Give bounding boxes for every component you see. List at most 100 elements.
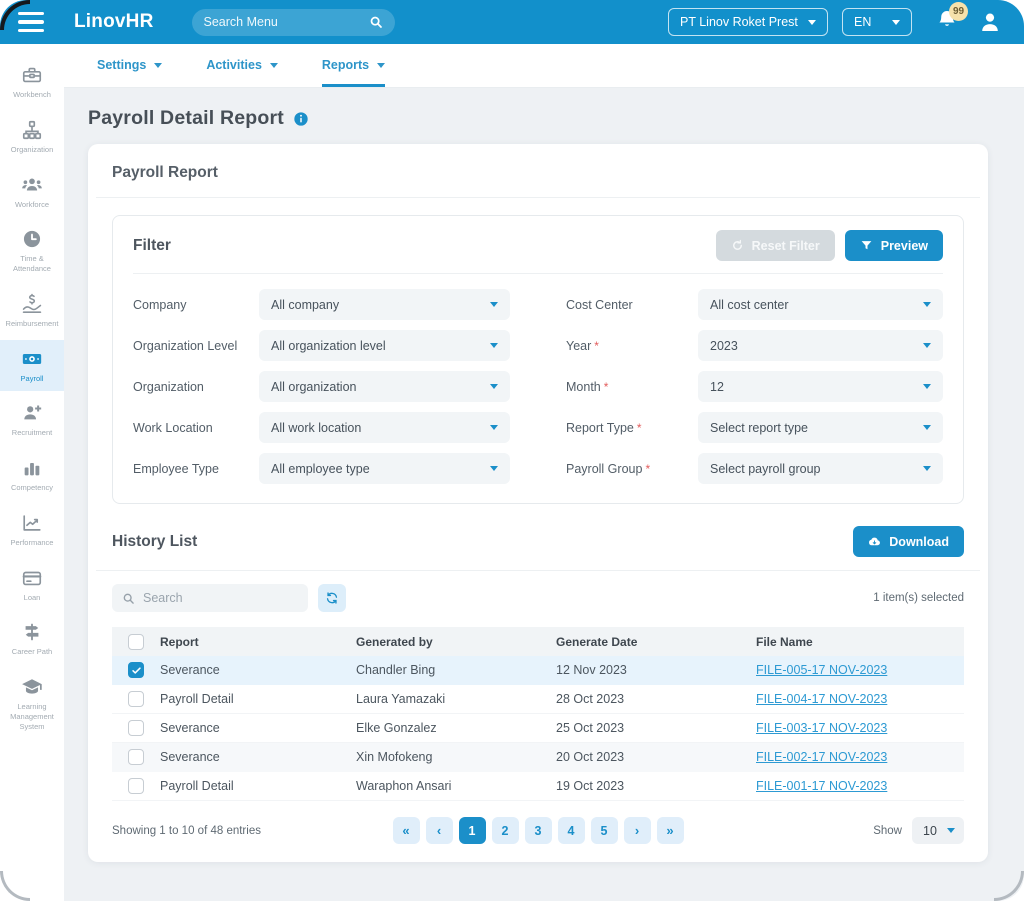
chevron-down-icon	[923, 343, 931, 348]
sidebar-item-organization[interactable]: Organization	[0, 111, 64, 163]
chevron-down-icon	[490, 466, 498, 471]
payroll-group-select[interactable]: Select payroll group	[698, 453, 943, 484]
global-search	[192, 9, 395, 36]
employee-type-select[interactable]: All employee type	[259, 453, 510, 484]
history-search-input[interactable]	[143, 591, 304, 605]
year-select[interactable]: 2023	[698, 330, 943, 361]
user-profile-button[interactable]	[978, 10, 1002, 34]
preview-button[interactable]: Preview	[845, 230, 943, 261]
row-checkbox[interactable]	[128, 662, 144, 678]
language-selector[interactable]: EN	[842, 8, 912, 36]
column-header-generate-date: Generate Date	[556, 635, 756, 649]
row-checkbox[interactable]	[128, 749, 144, 765]
info-icon[interactable]	[293, 111, 309, 127]
recruitment-icon	[21, 402, 43, 424]
download-button[interactable]: Download	[853, 526, 964, 557]
notifications-button[interactable]: 99	[936, 9, 958, 36]
chevron-down-icon	[892, 20, 900, 25]
sidebar-item-lms[interactable]: Learning Management System	[0, 668, 64, 739]
required-marker: *	[594, 339, 599, 353]
sidebar-item-time-attendance[interactable]: Time & Attendance	[0, 220, 64, 282]
field-label-cost-center: Cost Center	[566, 298, 698, 312]
pagination-first-button[interactable]: «	[393, 817, 420, 844]
pagination-page-2[interactable]: 2	[492, 817, 519, 844]
company-selector[interactable]: PT Linov Roket Prestasi	[668, 8, 828, 36]
pagination-last-button[interactable]: »	[657, 817, 684, 844]
file-link[interactable]: FILE-005-17 NOV-2023	[756, 663, 887, 677]
organization-icon	[21, 119, 43, 141]
table-row: Severance Chandler Bing 12 Nov 2023 FILE…	[112, 656, 964, 685]
tab-settings[interactable]: Settings	[97, 44, 162, 87]
row-checkbox[interactable]	[128, 720, 144, 736]
notification-count-badge: 99	[949, 2, 968, 21]
pagination-page-5[interactable]: 5	[591, 817, 618, 844]
reimbursement-icon	[21, 293, 43, 315]
pagination-next-button[interactable]: ›	[624, 817, 651, 844]
chevron-down-icon	[947, 828, 955, 833]
search-icon	[122, 592, 135, 605]
sidebar-item-performance[interactable]: Performance	[0, 504, 64, 556]
show-label: Show	[873, 825, 902, 837]
pagination-prev-button[interactable]: ‹	[426, 817, 453, 844]
column-header-report: Report	[160, 635, 356, 649]
chevron-down-icon	[808, 20, 816, 25]
pagination: Showing 1 to 10 of 48 entries « ‹ 1 2 3 …	[112, 817, 964, 844]
graduation-cap-icon	[21, 676, 43, 698]
pagination-page-3[interactable]: 3	[525, 817, 552, 844]
page-size-select[interactable]: 10	[912, 817, 964, 844]
month-select[interactable]: 12	[698, 371, 943, 402]
field-label-organization-level: Organization Level	[133, 339, 259, 353]
sidebar-item-workbench[interactable]: Workbench	[0, 56, 64, 108]
chevron-down-icon	[377, 63, 385, 68]
cost-center-select[interactable]: All cost center	[698, 289, 943, 320]
history-table: Report Generated by Generate Date File N…	[112, 627, 964, 801]
sidebar-item-loan[interactable]: Loan	[0, 559, 64, 611]
row-checkbox[interactable]	[128, 778, 144, 794]
select-all-checkbox[interactable]	[128, 634, 144, 650]
sidebar-item-career-path[interactable]: Career Path	[0, 613, 64, 665]
history-list-title: History List	[112, 533, 197, 551]
tab-reports[interactable]: Reports	[322, 44, 385, 87]
company-filter-select[interactable]: All company	[259, 289, 510, 320]
field-label-work-location: Work Location	[133, 421, 259, 435]
user-icon	[978, 10, 1002, 34]
organization-select[interactable]: All organization	[259, 371, 510, 402]
sidebar-item-reimbursement[interactable]: Reimbursement	[0, 285, 64, 337]
refresh-button[interactable]	[318, 584, 346, 612]
row-checkbox[interactable]	[128, 691, 144, 707]
report-type-select[interactable]: Select report type	[698, 412, 943, 443]
global-search-input[interactable]	[204, 15, 369, 29]
reset-filter-button[interactable]: Reset Filter	[716, 230, 835, 261]
field-label-company: Company	[133, 298, 259, 312]
selection-count: 1 item(s) selected	[873, 592, 964, 604]
field-label-month: Month*	[566, 380, 698, 394]
field-label-report-type: Report Type*	[566, 421, 698, 435]
pagination-page-1[interactable]: 1	[459, 817, 486, 844]
sidebar-item-payroll[interactable]: Payroll	[0, 340, 64, 392]
funnel-icon	[860, 239, 873, 252]
field-label-employee-type: Employee Type	[133, 462, 259, 476]
file-link[interactable]: FILE-001-17 NOV-2023	[756, 779, 887, 793]
hamburger-menu-icon[interactable]	[18, 12, 44, 32]
payroll-report-card: Payroll Report Filter Reset Filter	[88, 144, 988, 862]
sidebar-item-workforce[interactable]: Workforce	[0, 166, 64, 218]
required-marker: *	[604, 380, 609, 394]
sidebar: Workbench Organization Workforce Time & …	[0, 44, 64, 901]
refresh-icon	[325, 591, 339, 605]
file-link[interactable]: FILE-004-17 NOV-2023	[756, 692, 887, 706]
field-label-organization: Organization	[133, 380, 259, 394]
field-label-year: Year*	[566, 339, 698, 353]
loan-icon	[21, 567, 43, 589]
payroll-icon	[21, 348, 43, 370]
organization-level-select[interactable]: All organization level	[259, 330, 510, 361]
work-location-select[interactable]: All work location	[259, 412, 510, 443]
tab-activities[interactable]: Activities	[206, 44, 278, 87]
reset-icon	[731, 239, 744, 252]
sidebar-item-competency[interactable]: Competency	[0, 449, 64, 501]
file-link[interactable]: FILE-002-17 NOV-2023	[756, 750, 887, 764]
column-header-generated-by: Generated by	[356, 635, 556, 649]
pagination-page-4[interactable]: 4	[558, 817, 585, 844]
sidebar-item-recruitment[interactable]: Recruitment	[0, 394, 64, 446]
file-link[interactable]: FILE-003-17 NOV-2023	[756, 721, 887, 735]
history-search	[112, 584, 308, 612]
